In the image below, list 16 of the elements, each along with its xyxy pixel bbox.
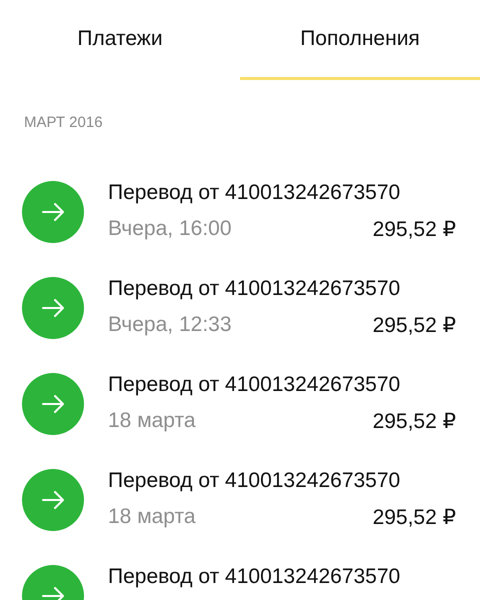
- transaction-title: Перевод от 410013242673570: [108, 469, 402, 493]
- transaction-date: 18 марта: [108, 409, 196, 434]
- transaction-date: 18 марта: [108, 505, 196, 530]
- transaction-date: Вчера, 12:33: [108, 313, 232, 338]
- transaction-amount: 295,52 ₽: [372, 313, 456, 338]
- tab[interactable]: Пополнения: [240, 0, 480, 80]
- section-header: МАРТ 2016: [24, 114, 103, 130]
- transaction-title: Перевод от 410013242673570: [108, 565, 402, 589]
- transaction-amount: 295,52 ₽: [372, 505, 456, 530]
- transaction-title: Перевод от 410013242673570: [108, 181, 402, 205]
- transaction-amount: 295,52 ₽: [372, 409, 456, 434]
- transaction-title: Перевод от 410013242673570: [108, 373, 402, 397]
- transaction-title: Перевод от 410013242673570: [108, 277, 402, 301]
- tab[interactable]: Платежи: [0, 0, 240, 80]
- transaction-date: Вчера, 16:00: [108, 217, 232, 242]
- transaction-amount: 295,52 ₽: [372, 217, 456, 242]
